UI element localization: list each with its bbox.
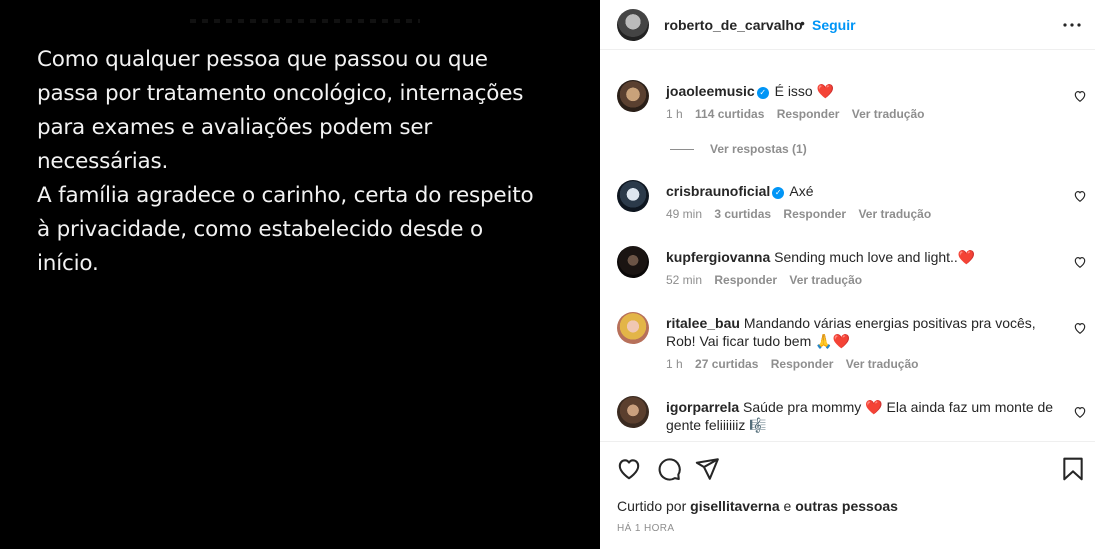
commenter-avatar[interactable] [617, 180, 649, 212]
post-actions: Curtido por gisellitaverna e outras pess… [600, 441, 1095, 549]
share-icon[interactable] [694, 456, 720, 482]
comment-text: igorparrela Saúde pra mommy ❤️ Ela ainda… [666, 398, 1061, 434]
commenter-avatar[interactable] [617, 396, 649, 428]
comment-icon[interactable] [656, 456, 682, 482]
author-avatar[interactable] [617, 9, 649, 41]
verified-badge-icon: ✓ [772, 187, 785, 199]
header-separator: • [800, 15, 805, 31]
reply-button[interactable]: Responder [714, 273, 777, 287]
more-horizontal-icon[interactable] [1062, 17, 1082, 33]
bookmark-icon[interactable] [1060, 456, 1086, 482]
comments-list[interactable]: joaoleemusic ✓ É isso ❤️ 1 h 114 curtidas… [600, 51, 1095, 441]
image-top-fade [190, 19, 420, 23]
comment-username[interactable]: crisbraunoficial [666, 183, 770, 199]
comment-emoji: ❤️ [816, 83, 835, 99]
comment-meta: 1 h 114 curtidas Responder Ver tradução [666, 107, 933, 121]
reply-button[interactable]: Responder [777, 107, 840, 121]
comment-emoji: ❤️ [865, 399, 883, 415]
liked-by-user[interactable]: gisellitaverna [690, 498, 780, 514]
commenter-avatar[interactable] [617, 246, 649, 278]
translate-button[interactable]: Ver tradução [846, 357, 919, 371]
translate-button[interactable]: Ver tradução [858, 207, 931, 221]
comment-username[interactable]: kupfergiovanna [666, 249, 770, 265]
comment-username[interactable]: joaoleemusic [666, 83, 755, 99]
comment-emoji: ❤️ [957, 249, 976, 265]
comment-username[interactable]: igorparrela [666, 399, 739, 415]
liked-by-others[interactable]: outras pessoas [795, 498, 898, 514]
liked-by-summary: Curtido por gisellitaverna e outras pess… [617, 498, 898, 514]
comment-body: É isso [774, 83, 813, 99]
comment-meta: 49 min 3 curtidas Responder Ver tradução [666, 207, 940, 221]
heart-icon[interactable] [1073, 89, 1087, 103]
comment-body: Saúde pra mommy [743, 399, 862, 415]
heart-icon[interactable] [1073, 255, 1087, 269]
post-image-text: Como qualquer pessoa que passou ou que p… [37, 47, 534, 276]
author-username[interactable]: roberto_de_carvalho [664, 17, 803, 33]
post-timestamp[interactable]: HÁ 1 HORA [617, 523, 675, 534]
comment-text: kupfergiovanna Sending much love and lig… [666, 248, 1061, 266]
heart-icon[interactable] [616, 456, 642, 482]
comment-text: ritalee_bau Mandando várias energias pos… [666, 314, 1061, 350]
view-replies-label: Ver respostas (1) [710, 142, 807, 156]
comment-likes[interactable]: 3 curtidas [714, 207, 771, 221]
commenter-avatar[interactable] [617, 312, 649, 344]
view-replies-button[interactable]: Ver respostas (1) [670, 142, 807, 156]
comment-time[interactable]: 1 h [666, 357, 683, 371]
comment-emoji: 🙏❤️ [815, 333, 851, 349]
comment-body: Sending much love and light.. [774, 249, 958, 265]
comment-time[interactable]: 1 h [666, 107, 683, 121]
post-image[interactable]: Como qualquer pessoa que passou ou que p… [0, 0, 600, 549]
comment-likes[interactable]: 114 curtidas [695, 107, 764, 121]
post-sidebar: roberto_de_carvalho • Seguir joaoleemusi… [600, 0, 1095, 549]
comment-time[interactable]: 52 min [666, 273, 702, 287]
comment-username[interactable]: ritalee_bau [666, 315, 740, 331]
comment-likes[interactable]: 27 curtidas [695, 357, 758, 371]
heart-icon[interactable] [1073, 189, 1087, 203]
commenter-avatar[interactable] [617, 80, 649, 112]
comment-text: joaoleemusic ✓ É isso ❤️ [666, 82, 1061, 100]
heart-icon[interactable] [1073, 321, 1087, 335]
reply-button[interactable]: Responder [783, 207, 846, 221]
follow-button[interactable]: Seguir [812, 17, 856, 33]
comment-meta: 52 min Responder Ver tradução [666, 273, 871, 287]
reply-button[interactable]: Responder [771, 357, 834, 371]
comment-time[interactable]: 49 min [666, 207, 702, 221]
liked-by-prefix: Curtido por [617, 498, 687, 514]
liked-by-conjunction: e [783, 498, 792, 514]
comment-text: crisbraunoficial ✓ Axé [666, 182, 1061, 200]
comment-body: Axé [789, 183, 814, 199]
comment-meta: 1 h 27 curtidas Responder Ver tradução [666, 357, 927, 371]
heart-icon[interactable] [1073, 405, 1087, 419]
post-header: roberto_de_carvalho • Seguir [600, 0, 1095, 50]
comment-emoji-end: 🎼 [749, 417, 767, 433]
verified-badge-icon: ✓ [756, 87, 769, 99]
translate-button[interactable]: Ver tradução [789, 273, 862, 287]
replies-divider [670, 149, 694, 150]
translate-button[interactable]: Ver tradução [852, 107, 925, 121]
